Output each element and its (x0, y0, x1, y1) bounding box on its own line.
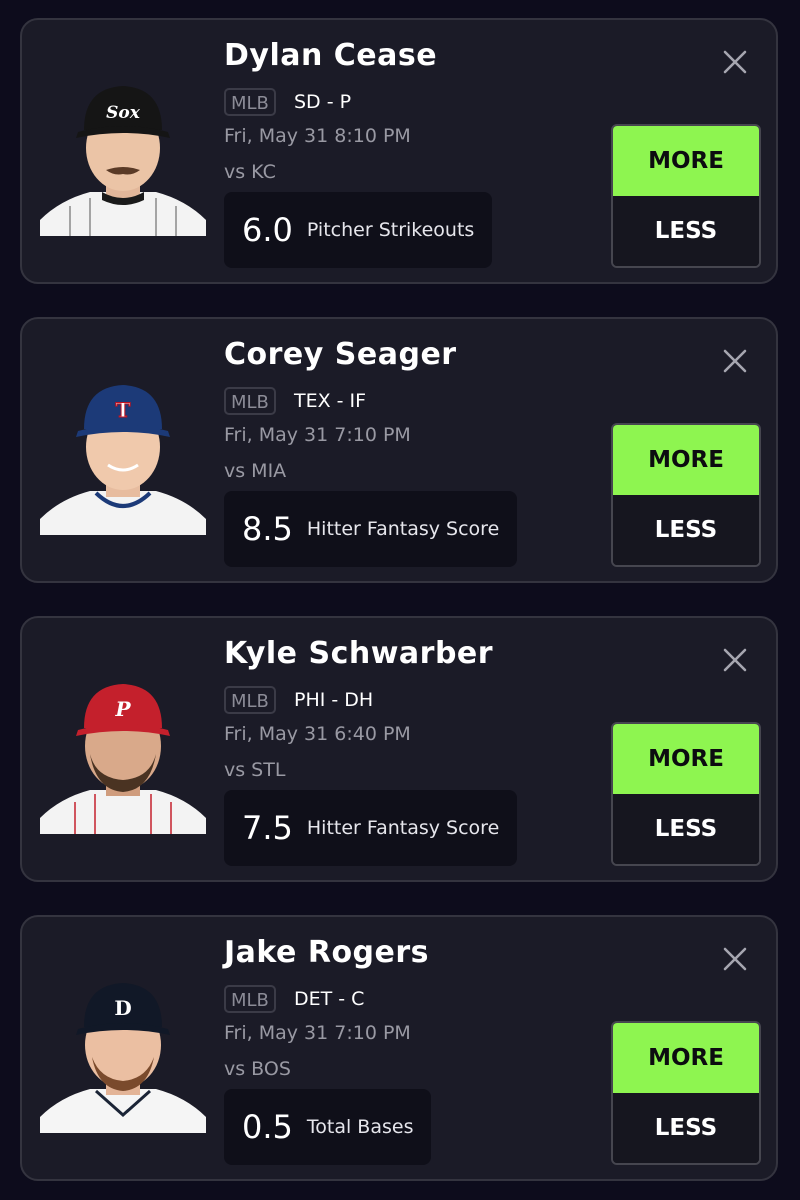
projection-box: 0.5 Total Bases (224, 1089, 432, 1165)
projection-list: Sox Dylan Cease MLB SD - P Fri, May 31 8… (0, 0, 800, 1200)
projection-box: 8.5 Hitter Fantasy Score (224, 491, 518, 567)
team-position: TEX - IF (294, 390, 367, 412)
player-card: T Corey Seager MLB TEX - IF Fri, May 31 … (20, 317, 778, 583)
player-photo: D (40, 977, 206, 1133)
less-button[interactable]: LESS (613, 495, 759, 565)
projection-value: 0.5 (242, 1108, 293, 1146)
player-name: Jake Rogers (224, 935, 430, 970)
close-icon[interactable] (720, 944, 750, 974)
projection-value: 7.5 (242, 809, 293, 847)
less-button[interactable]: LESS (613, 1093, 759, 1163)
league-badge: MLB (224, 985, 276, 1013)
player-name: Corey Seager (224, 337, 457, 372)
less-button[interactable]: LESS (613, 196, 759, 266)
game-time: Fri, May 31 7:10 PM (224, 1022, 411, 1044)
opponent: vs KC (224, 161, 276, 183)
svg-text:Sox: Sox (106, 103, 141, 123)
league-badge: MLB (224, 88, 276, 116)
more-button[interactable]: MORE (613, 1023, 759, 1093)
team-position: DET - C (294, 988, 365, 1010)
player-photo: P (40, 678, 206, 834)
close-icon[interactable] (720, 645, 750, 675)
league-badge: MLB (224, 387, 276, 415)
team-position: SD - P (294, 91, 352, 113)
svg-text:T: T (116, 398, 131, 422)
projection-box: 6.0 Pitcher Strikeouts (224, 192, 493, 268)
game-time: Fri, May 31 8:10 PM (224, 125, 411, 147)
more-less-toggle: MORE LESS (611, 124, 761, 268)
player-name: Dylan Cease (224, 38, 438, 73)
projection-box: 7.5 Hitter Fantasy Score (224, 790, 518, 866)
projection-stat: Total Bases (306, 1116, 414, 1138)
more-button[interactable]: MORE (613, 425, 759, 495)
player-card: D Jake Rogers MLB DET - C Fri, May 31 7:… (20, 915, 778, 1181)
player-name: Kyle Schwarber (224, 636, 494, 671)
svg-text:P: P (114, 697, 131, 721)
more-button[interactable]: MORE (613, 724, 759, 794)
player-card: P Kyle Schwarber MLB PHI - DH Fri, May 3… (20, 616, 778, 882)
more-less-toggle: MORE LESS (611, 1021, 761, 1165)
svg-text:D: D (114, 996, 131, 1020)
close-icon[interactable] (720, 47, 750, 77)
projection-value: 8.5 (242, 510, 293, 548)
player-card: Sox Dylan Cease MLB SD - P Fri, May 31 8… (20, 18, 778, 284)
player-photo: T (40, 379, 206, 535)
close-icon[interactable] (720, 346, 750, 376)
more-less-toggle: MORE LESS (611, 722, 761, 866)
league-badge: MLB (224, 686, 276, 714)
less-button[interactable]: LESS (613, 794, 759, 864)
player-photo: Sox (40, 80, 206, 236)
opponent: vs MIA (224, 460, 287, 482)
game-time: Fri, May 31 7:10 PM (224, 424, 411, 446)
more-button[interactable]: MORE (613, 126, 759, 196)
projection-stat: Hitter Fantasy Score (306, 817, 500, 839)
opponent: vs STL (224, 759, 286, 781)
projection-value: 6.0 (242, 211, 293, 249)
more-less-toggle: MORE LESS (611, 423, 761, 567)
team-position: PHI - DH (294, 689, 374, 711)
game-time: Fri, May 31 6:40 PM (224, 723, 411, 745)
projection-stat: Hitter Fantasy Score (306, 518, 500, 540)
opponent: vs BOS (224, 1058, 291, 1080)
projection-stat: Pitcher Strikeouts (306, 219, 475, 241)
